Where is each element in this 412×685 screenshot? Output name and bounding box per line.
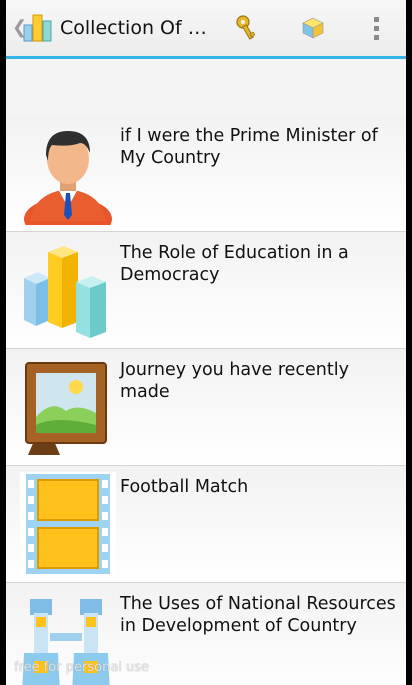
list-item[interactable]: The Role of Education in a Democracy [6,232,406,349]
app-screen: ❮ Collection Of E... if I were the Prime… [6,0,406,685]
bar-chart-icon [24,246,106,338]
share-button[interactable] [295,10,331,46]
list-item-label: Football Match [120,477,249,497]
list-header-spacer [6,59,406,115]
list-item-label: Journey you have recently made [120,360,349,402]
key-icon [236,15,256,40]
app-logo-icon[interactable] [22,11,54,45]
app-title: Collection Of E... [60,17,210,39]
cube-icon [302,17,324,39]
essay-list: if I were the Prime Minister of My Count… [6,59,406,685]
up-navigation-icon[interactable]: ❮ [12,0,27,56]
list-item-label: The Role of Education in a Democracy [120,243,349,285]
watermark-text: free for personal use [14,660,150,675]
list-item[interactable]: if I were the Prime Minister of My Count… [6,115,406,232]
businessman-icon [24,131,112,225]
film-strip-icon [20,472,116,576]
list-item[interactable]: Football Match [6,466,406,583]
overflow-menu-button[interactable] [358,10,394,46]
list-item[interactable]: Journey you have recently made [6,349,406,466]
list-item-label: if I were the Prime Minister of My Count… [120,126,378,168]
overflow-menu-icon [373,16,379,40]
list-item-label: The Uses of National Resources in Develo… [120,594,396,636]
action-bar: ❮ Collection Of E... [6,0,406,59]
key-button[interactable] [228,10,264,46]
picture-frame-icon [25,362,107,455]
